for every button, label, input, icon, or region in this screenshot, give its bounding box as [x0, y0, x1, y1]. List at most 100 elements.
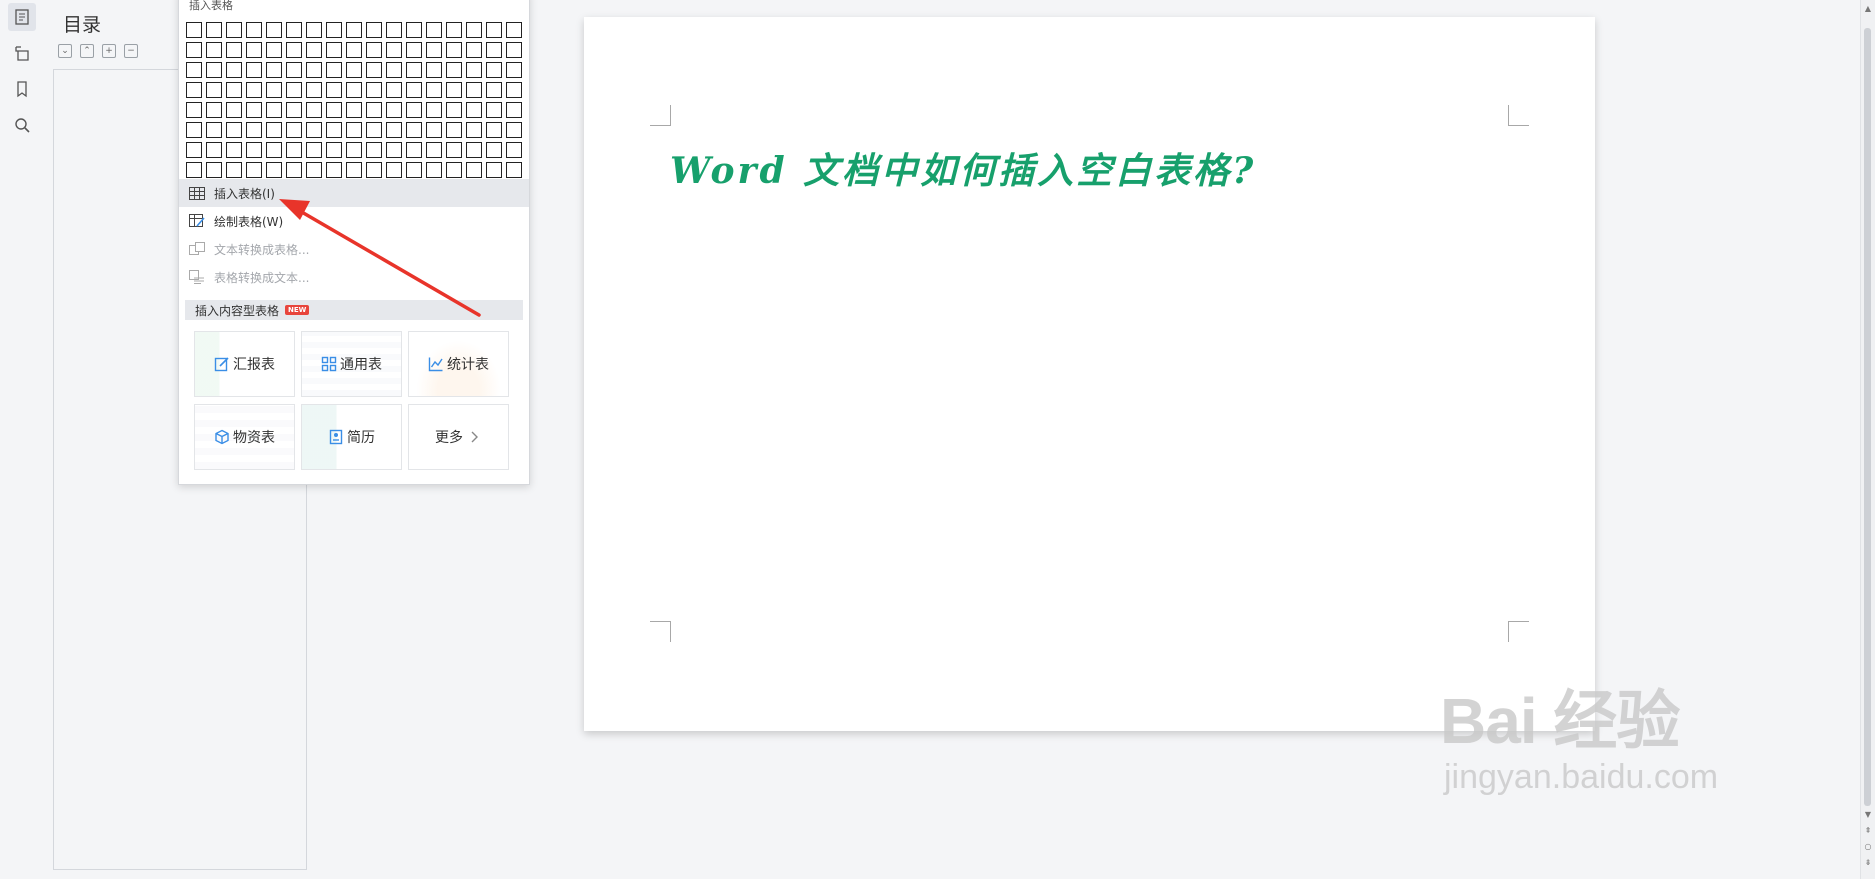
grid-cell[interactable] — [446, 162, 462, 178]
table-to-text-menu-item[interactable]: 表格转换成文本... — [179, 263, 529, 291]
grid-cell[interactable] — [446, 142, 462, 158]
grid-cell[interactable] — [306, 142, 322, 158]
grid-cell[interactable] — [286, 42, 302, 58]
grid-cell[interactable] — [206, 122, 222, 138]
grid-cell[interactable] — [266, 122, 282, 138]
grid-cell[interactable] — [466, 62, 482, 78]
add-heading-icon[interactable]: + — [102, 44, 116, 58]
grid-cell[interactable] — [366, 102, 382, 118]
grid-cell[interactable] — [366, 122, 382, 138]
grid-cell[interactable] — [186, 142, 202, 158]
grid-cell[interactable] — [246, 82, 262, 98]
select-browse-object-icon[interactable]: ○ — [1861, 840, 1875, 852]
grid-cell[interactable] — [286, 102, 302, 118]
grid-cell[interactable] — [446, 22, 462, 38]
grid-cell[interactable] — [406, 62, 422, 78]
grid-cell[interactable] — [186, 22, 202, 38]
grid-cell[interactable] — [326, 82, 342, 98]
grid-cell[interactable] — [326, 102, 342, 118]
grid-cell[interactable] — [426, 162, 442, 178]
bookmark-button[interactable] — [8, 75, 36, 103]
statistics-table-card[interactable]: 统计表 — [408, 331, 509, 397]
grid-cell[interactable] — [506, 42, 522, 58]
expand-all-icon[interactable]: ⌄ — [58, 44, 72, 58]
grid-cell[interactable] — [226, 102, 242, 118]
grid-cell[interactable] — [286, 62, 302, 78]
grid-cell[interactable] — [326, 122, 342, 138]
grid-cell[interactable] — [206, 102, 222, 118]
scroll-up-icon[interactable]: ▲ — [1861, 2, 1875, 14]
scrollbar-thumb[interactable] — [1864, 28, 1871, 806]
grid-cell[interactable] — [466, 122, 482, 138]
grid-cell[interactable] — [386, 162, 402, 178]
grid-cell[interactable] — [426, 42, 442, 58]
grid-cell[interactable] — [366, 142, 382, 158]
grid-cell[interactable] — [466, 22, 482, 38]
grid-cell[interactable] — [346, 82, 362, 98]
grid-cell[interactable] — [406, 102, 422, 118]
grid-cell[interactable] — [366, 162, 382, 178]
grid-cell[interactable] — [186, 82, 202, 98]
grid-cell[interactable] — [226, 142, 242, 158]
grid-cell[interactable] — [346, 142, 362, 158]
grid-cell[interactable] — [186, 102, 202, 118]
grid-cell[interactable] — [446, 62, 462, 78]
grid-cell[interactable] — [486, 122, 502, 138]
grid-cell[interactable] — [486, 42, 502, 58]
grid-cell[interactable] — [226, 62, 242, 78]
grid-cell[interactable] — [506, 122, 522, 138]
grid-cell[interactable] — [346, 62, 362, 78]
vertical-scrollbar[interactable]: ▲ ▼ ⇞ ○ ⇟ — [1860, 0, 1875, 879]
search-button[interactable] — [8, 111, 36, 139]
grid-cell[interactable] — [506, 82, 522, 98]
grid-cell[interactable] — [266, 142, 282, 158]
prev-page-icon[interactable]: ⇞ — [1861, 824, 1875, 836]
grid-cell[interactable] — [266, 22, 282, 38]
insert-table-menu-item[interactable]: 插入表格(I) — [179, 179, 529, 207]
remove-heading-icon[interactable]: − — [124, 44, 138, 58]
document-page[interactable]: Word 文档中如何插入空白表格? — [584, 17, 1595, 731]
grid-cell[interactable] — [226, 162, 242, 178]
grid-cell[interactable] — [486, 22, 502, 38]
text-to-table-menu-item[interactable]: 文本转换成表格... — [179, 235, 529, 263]
grid-cell[interactable] — [266, 162, 282, 178]
grid-cell[interactable] — [206, 62, 222, 78]
grid-cell[interactable] — [286, 22, 302, 38]
grid-cell[interactable] — [406, 42, 422, 58]
grid-cell[interactable] — [306, 62, 322, 78]
grid-cell[interactable] — [366, 62, 382, 78]
grid-cell[interactable] — [266, 102, 282, 118]
grid-cell[interactable] — [246, 162, 262, 178]
grid-cell[interactable] — [486, 82, 502, 98]
grid-cell[interactable] — [286, 142, 302, 158]
grid-cell[interactable] — [406, 82, 422, 98]
grid-cell[interactable] — [406, 162, 422, 178]
grid-cell[interactable] — [246, 142, 262, 158]
grid-cell[interactable] — [206, 82, 222, 98]
grid-cell[interactable] — [206, 162, 222, 178]
grid-cell[interactable] — [306, 162, 322, 178]
resume-card[interactable]: 简历 — [301, 404, 402, 470]
grid-cell[interactable] — [366, 22, 382, 38]
grid-cell[interactable] — [306, 22, 322, 38]
grid-cell[interactable] — [426, 22, 442, 38]
grid-cell[interactable] — [406, 22, 422, 38]
grid-cell[interactable] — [266, 42, 282, 58]
grid-cell[interactable] — [286, 162, 302, 178]
grid-cell[interactable] — [346, 42, 362, 58]
grid-cell[interactable] — [346, 162, 362, 178]
grid-cell[interactable] — [206, 142, 222, 158]
grid-cell[interactable] — [326, 162, 342, 178]
grid-cell[interactable] — [446, 102, 462, 118]
table-size-grid[interactable] — [186, 22, 522, 178]
grid-cell[interactable] — [446, 42, 462, 58]
grid-cell[interactable] — [266, 62, 282, 78]
grid-cell[interactable] — [446, 82, 462, 98]
grid-cell[interactable] — [386, 62, 402, 78]
grid-cell[interactable] — [186, 62, 202, 78]
grid-cell[interactable] — [286, 82, 302, 98]
grid-cell[interactable] — [286, 122, 302, 138]
grid-cell[interactable] — [506, 142, 522, 158]
grid-cell[interactable] — [466, 102, 482, 118]
grid-cell[interactable] — [246, 22, 262, 38]
